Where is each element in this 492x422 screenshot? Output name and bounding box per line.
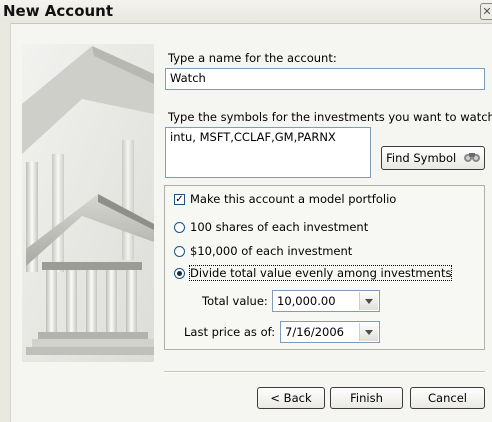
last-price-value: 7/16/2006: [285, 325, 344, 339]
close-button[interactable]: ✕: [480, 3, 492, 20]
bank-building-illustration: [22, 44, 154, 362]
model-portfolio-checkbox[interactable]: ✓: [174, 194, 185, 205]
symbols-label: Type the symbols for the investments you…: [168, 110, 492, 124]
symbols-textarea[interactable]: intu, MSFT,CCLAF,GM,PARNX: [165, 127, 371, 178]
account-name-label: Type a name for the account:: [168, 51, 337, 65]
radio-divide-evenly[interactable]: [174, 268, 185, 279]
total-value-label: Total value:: [202, 294, 268, 308]
radio-100-shares-label[interactable]: 100 shares of each investment: [190, 220, 368, 234]
title-bar[interactable]: New Account ✕: [0, 0, 492, 24]
window-title: New Account: [3, 2, 114, 20]
radio-10000-each-label[interactable]: $10,000 of each investment: [190, 244, 352, 258]
back-button[interactable]: < Back: [257, 387, 325, 409]
radio-divide-evenly-label[interactable]: Divide total value evenly among investme…: [188, 265, 453, 281]
last-price-label: Last price as of:: [184, 325, 276, 339]
chevron-down-icon[interactable]: [359, 323, 378, 341]
footer-divider: [164, 371, 485, 373]
total-value-value: 10,000.00: [277, 294, 336, 308]
radio-100-shares[interactable]: [174, 222, 185, 233]
last-price-combo[interactable]: 7/16/2006: [280, 321, 380, 343]
left-frame-edge: [0, 23, 11, 422]
find-symbol-label: Find Symbol: [386, 151, 457, 165]
cancel-button[interactable]: Cancel: [410, 387, 485, 409]
binoculars-icon: [463, 148, 480, 170]
model-portfolio-label[interactable]: Make this account a model portfolio: [190, 192, 396, 206]
find-symbol-button[interactable]: Find Symbol: [381, 146, 485, 170]
finish-button[interactable]: Finish: [330, 387, 403, 409]
radio-10000-each[interactable]: [174, 246, 185, 257]
account-name-input[interactable]: Watch: [165, 68, 485, 90]
new-account-dialog: New Account ✕ Type a name for the accoun…: [0, 0, 492, 422]
total-value-combo[interactable]: 10,000.00: [272, 290, 380, 312]
chevron-down-icon[interactable]: [359, 292, 378, 310]
